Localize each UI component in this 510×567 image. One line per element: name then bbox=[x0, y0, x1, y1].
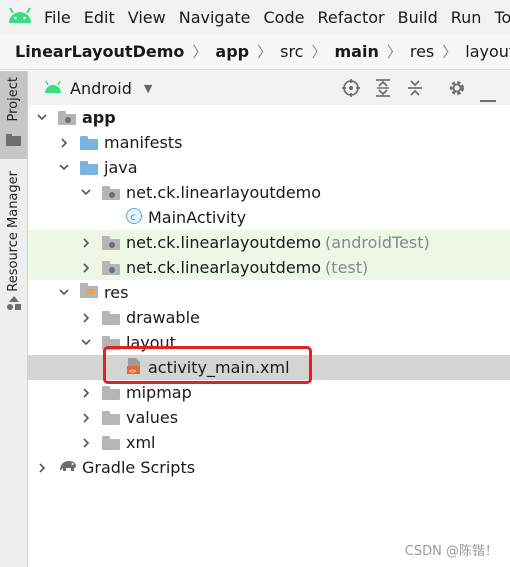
menu-tools[interactable]: Too bbox=[494, 8, 510, 27]
folder-icon bbox=[80, 160, 98, 175]
package-icon bbox=[102, 260, 120, 275]
tree-label-res: res bbox=[104, 283, 129, 302]
expand-all-icon[interactable] bbox=[374, 79, 392, 101]
folder-icon bbox=[102, 310, 120, 325]
chevron-right-icon[interactable] bbox=[78, 405, 94, 430]
menu-refactor[interactable]: Refactor bbox=[317, 8, 384, 27]
tree-node-xml[interactable]: xml bbox=[28, 430, 510, 455]
tree-suffix-test: (test) bbox=[325, 258, 369, 277]
tree-node-package-test[interactable]: net.ck.linearlayoutdemo (test) bbox=[28, 255, 510, 280]
tree-node-package-androidtest[interactable]: net.ck.linearlayoutdemo (androidTest) bbox=[28, 230, 510, 255]
svg-text:c: c bbox=[130, 212, 136, 223]
chevron-right-icon[interactable] bbox=[78, 305, 94, 330]
menu-bar: File Edit View Navigate Code Refactor Bu… bbox=[0, 0, 510, 34]
chevron-right-icon[interactable] bbox=[78, 255, 94, 280]
breadcrumb-layout[interactable]: layout bbox=[465, 42, 510, 61]
chevron-right-icon: 〉 bbox=[386, 43, 402, 61]
left-tool-strip: Project Resource Manager bbox=[0, 71, 28, 567]
shapes-icon bbox=[6, 295, 22, 314]
chevron-down-icon[interactable] bbox=[78, 330, 94, 355]
chevron-right-icon[interactable] bbox=[78, 380, 94, 405]
tree-label-manifests: manifests bbox=[104, 133, 183, 152]
android-studio-logo-icon bbox=[0, 0, 44, 34]
chevron-down-icon[interactable] bbox=[56, 155, 72, 180]
module-folder-icon bbox=[58, 110, 76, 125]
watermark: CSDN @陈锴！ bbox=[404, 544, 498, 559]
breadcrumb-res[interactable]: res bbox=[410, 42, 434, 61]
breadcrumb-src[interactable]: src bbox=[280, 42, 303, 61]
chevron-down-icon[interactable] bbox=[78, 180, 94, 205]
tree-label-java: java bbox=[104, 158, 138, 177]
tree-label-drawable: drawable bbox=[126, 308, 200, 327]
package-icon bbox=[102, 185, 120, 200]
menu-code[interactable]: Code bbox=[264, 8, 305, 27]
tree-label-package-androidtest: net.ck.linearlayoutdemo bbox=[126, 233, 322, 252]
tree-label-package-test: net.ck.linearlayoutdemo bbox=[126, 258, 322, 277]
highlight-annotation bbox=[103, 346, 312, 384]
project-panel-header: Android ▼ bbox=[28, 71, 510, 105]
breadcrumb: LinearLayoutDemo 〉 app 〉 src 〉 main 〉 re… bbox=[0, 34, 510, 70]
class-icon: c bbox=[126, 207, 142, 228]
gear-icon[interactable] bbox=[448, 79, 466, 101]
tree-node-drawable[interactable]: drawable bbox=[28, 305, 510, 330]
folder-icon bbox=[102, 385, 120, 400]
tree-node-app[interactable]: app bbox=[28, 105, 510, 130]
chevron-right-icon: 〉 bbox=[192, 43, 208, 61]
tree-suffix-androidtest: (androidTest) bbox=[325, 233, 430, 252]
view-selector[interactable]: Android bbox=[70, 79, 132, 98]
tree-label-mipmap: mipmap bbox=[126, 383, 192, 402]
breadcrumb-project[interactable]: LinearLayoutDemo bbox=[15, 42, 184, 61]
tree-node-values[interactable]: values bbox=[28, 405, 510, 430]
collapse-all-icon[interactable] bbox=[406, 79, 424, 101]
resource-manager-tab[interactable]: Resource Manager bbox=[6, 171, 21, 292]
breadcrumb-module[interactable]: app bbox=[215, 42, 249, 61]
menu-view[interactable]: View bbox=[128, 8, 166, 27]
chevron-down-icon[interactable] bbox=[34, 105, 50, 130]
chevron-right-icon[interactable] bbox=[78, 230, 94, 255]
chevron-right-icon[interactable] bbox=[56, 130, 72, 155]
tree-label-gradle-scripts: Gradle Scripts bbox=[82, 458, 196, 477]
folder-icon bbox=[102, 410, 120, 425]
folder-icon bbox=[80, 135, 98, 150]
tree-label-mainactivity: MainActivity bbox=[148, 208, 247, 227]
chevron-right-icon[interactable] bbox=[78, 430, 94, 455]
chevron-right-icon: 〉 bbox=[311, 43, 327, 61]
menu-navigate[interactable]: Navigate bbox=[179, 8, 251, 27]
chevron-right-icon: 〉 bbox=[257, 43, 273, 61]
package-icon bbox=[102, 235, 120, 250]
tree-node-mainactivity[interactable]: c MainActivity bbox=[28, 205, 510, 230]
tree-node-manifests[interactable]: manifests bbox=[28, 130, 510, 155]
tree-label-values: values bbox=[126, 408, 179, 427]
gradle-elephant-icon bbox=[58, 458, 78, 477]
chevron-right-icon[interactable] bbox=[34, 455, 50, 480]
folder-icon bbox=[102, 435, 120, 450]
tree-node-package[interactable]: net.ck.linearlayoutdemo bbox=[28, 180, 510, 205]
tree-label-package: net.ck.linearlayoutdemo bbox=[126, 183, 322, 202]
tree-node-res[interactable]: res bbox=[28, 280, 510, 305]
tree-node-gradle-scripts[interactable]: Gradle Scripts bbox=[28, 455, 510, 480]
chevron-down-icon[interactable] bbox=[56, 280, 72, 305]
menu-edit[interactable]: Edit bbox=[84, 8, 115, 27]
dropdown-arrow-icon[interactable]: ▼ bbox=[144, 82, 152, 95]
folder-icon bbox=[6, 131, 21, 150]
minimize-icon[interactable] bbox=[480, 87, 496, 106]
menu-file[interactable]: File bbox=[44, 8, 71, 27]
breadcrumb-main[interactable]: main bbox=[334, 42, 378, 61]
project-tool-tab[interactable]: Project bbox=[0, 71, 27, 159]
resource-folder-icon bbox=[80, 283, 98, 302]
android-icon bbox=[44, 79, 62, 98]
locate-icon[interactable] bbox=[342, 79, 360, 101]
tree-label-xml: xml bbox=[126, 433, 156, 452]
tree-label-app: app bbox=[82, 108, 116, 127]
menu-build[interactable]: Build bbox=[398, 8, 438, 27]
chevron-right-icon: 〉 bbox=[442, 43, 458, 61]
menu-run[interactable]: Run bbox=[451, 8, 482, 27]
tree-node-java[interactable]: java bbox=[28, 155, 510, 180]
project-tab-label: Project bbox=[6, 77, 21, 122]
